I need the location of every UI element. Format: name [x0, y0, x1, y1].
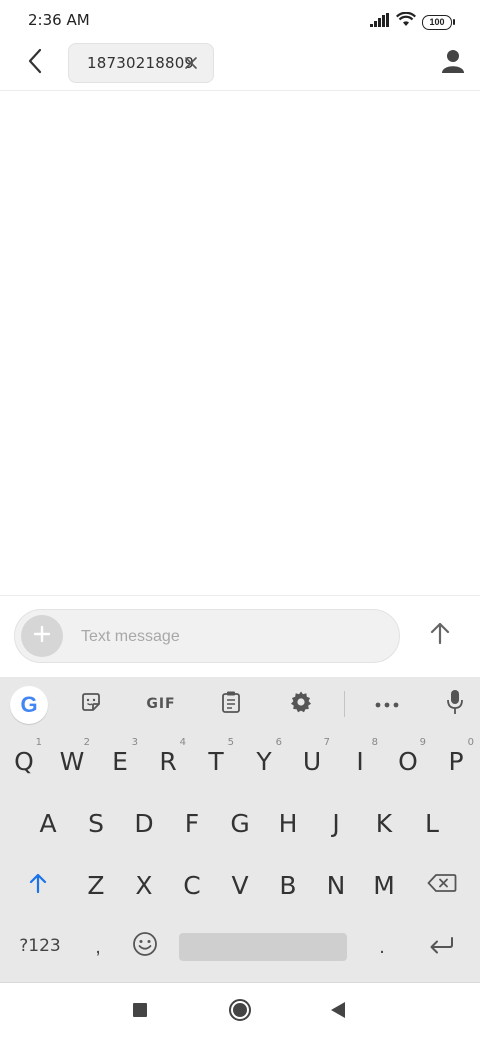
back-triangle-icon	[330, 1001, 346, 1024]
key-h[interactable]: H	[264, 797, 312, 849]
compose-divider	[0, 595, 480, 596]
contact-button[interactable]	[438, 48, 468, 78]
battery-icon: 100	[422, 14, 455, 30]
key-t[interactable]: T5	[192, 735, 240, 787]
status-bar: 2:36 AM 100	[0, 0, 480, 40]
home-circle-icon	[228, 998, 252, 1027]
person-icon	[442, 49, 464, 78]
key-q[interactable]: Q1	[0, 735, 48, 787]
compose-field	[14, 609, 400, 663]
clipboard-button[interactable]	[214, 687, 248, 721]
key-o[interactable]: O9	[384, 735, 432, 787]
key-l[interactable]: L	[408, 797, 456, 849]
toolbar-divider	[344, 691, 345, 717]
close-icon[interactable]	[183, 55, 199, 71]
mic-icon	[447, 689, 463, 720]
key-b[interactable]: B	[264, 859, 312, 911]
recipient-chip[interactable]: 18730218809	[68, 43, 214, 83]
key-e[interactable]: E3	[96, 735, 144, 787]
key-m[interactable]: M	[360, 859, 408, 911]
gif-icon: GIF	[146, 696, 176, 712]
key-c[interactable]: C	[168, 859, 216, 911]
send-button[interactable]	[420, 615, 460, 655]
recipient-number: 18730218809	[87, 54, 195, 72]
settings-icon	[289, 690, 313, 719]
key-v[interactable]: V	[216, 859, 264, 911]
status-time: 2:36 AM	[28, 11, 90, 29]
key-i[interactable]: I8	[336, 735, 384, 787]
key-w[interactable]: W2	[48, 735, 96, 787]
key-s[interactable]: S	[72, 797, 120, 849]
space-key[interactable]	[179, 933, 347, 961]
more-icon	[375, 695, 399, 713]
home-button[interactable]	[225, 997, 255, 1027]
more-button[interactable]	[370, 687, 404, 721]
voice-input-button[interactable]	[438, 687, 472, 721]
status-icons: 100	[370, 11, 455, 32]
sticker-icon	[80, 691, 102, 718]
enter-icon	[429, 936, 455, 959]
key-n[interactable]: N	[312, 859, 360, 911]
key-u[interactable]: U7	[288, 735, 336, 787]
nav-back-button[interactable]	[323, 997, 353, 1027]
signal-icon	[370, 12, 390, 32]
backspace-key[interactable]	[422, 867, 462, 903]
key-x[interactable]: X	[120, 859, 168, 911]
backspace-icon	[427, 873, 457, 898]
shift-arrow-icon	[28, 872, 48, 899]
key-r[interactable]: R4	[144, 735, 192, 787]
key-k[interactable]: K	[360, 797, 408, 849]
enter-key[interactable]	[424, 929, 460, 965]
message-input[interactable]	[79, 618, 383, 656]
keyboard: G GIF Q 1 W 2 E 3 R 4 T 5 Y 6 U 7 I 8 O …	[0, 677, 480, 982]
battery-level: 100	[429, 17, 445, 27]
key-p[interactable]: P0	[432, 735, 480, 787]
plus-icon	[33, 625, 51, 648]
back-button[interactable]	[18, 46, 52, 80]
emoji-icon	[132, 931, 158, 962]
period-key[interactable]: .	[366, 929, 398, 965]
google-icon: G	[20, 692, 38, 717]
recents-button[interactable]	[125, 997, 155, 1027]
emoji-key[interactable]	[128, 929, 162, 963]
wifi-icon	[396, 11, 416, 32]
key-d[interactable]: D	[120, 797, 168, 849]
key-a[interactable]: A	[24, 797, 72, 849]
key-z[interactable]: Z	[72, 859, 120, 911]
back-arrow-icon	[26, 48, 44, 79]
send-arrow-icon	[429, 621, 451, 650]
clipboard-icon	[221, 690, 241, 719]
shift-key[interactable]	[20, 867, 56, 903]
google-button[interactable]: G	[10, 686, 48, 724]
key-y[interactable]: Y6	[240, 735, 288, 787]
key-g[interactable]: G	[216, 797, 264, 849]
gif-button[interactable]: GIF	[140, 687, 182, 721]
recents-square-icon	[132, 1002, 148, 1023]
keyboard-settings-button[interactable]	[284, 687, 318, 721]
key-j[interactable]: J	[312, 797, 360, 849]
comma-key[interactable]: ,	[80, 929, 116, 965]
symbols-key[interactable]: ?123	[16, 931, 64, 961]
navigation-bar	[0, 983, 480, 1040]
sticker-button[interactable]	[74, 687, 108, 721]
keyboard-toolbar: G GIF	[0, 677, 480, 731]
message-thread-area	[0, 91, 480, 595]
add-attachment-button[interactable]	[21, 615, 63, 657]
key-f[interactable]: F	[168, 797, 216, 849]
